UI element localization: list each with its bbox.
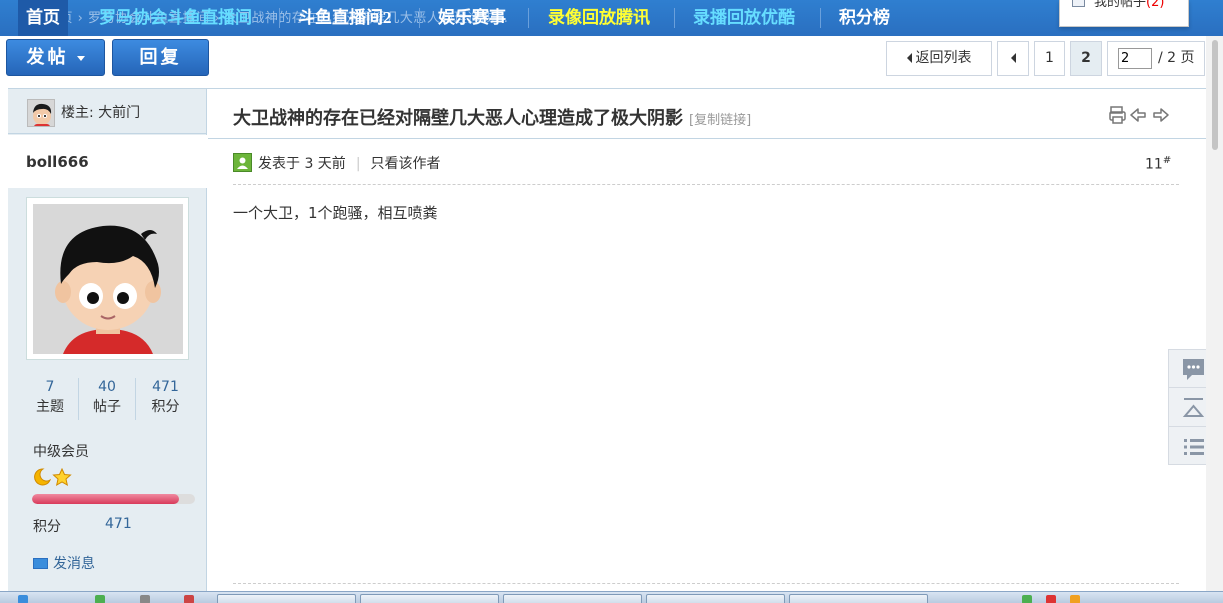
quicklaunch-icon[interactable] — [140, 595, 150, 603]
back-to-list-button[interactable]: 返回列表 — [886, 41, 992, 76]
send-message-link[interactable]: 发消息 — [33, 553, 95, 573]
stat-points-label: 积分 — [151, 399, 180, 415]
caret-left-icon — [906, 53, 912, 63]
nav-douyu-2[interactable]: 斗鱼直播间2 — [298, 0, 392, 36]
stat-points-value: 471 — [152, 379, 179, 395]
nav-home[interactable]: 首页 — [18, 0, 68, 36]
thread-owner-label: 楼主: 大前门 — [61, 105, 141, 121]
taskbar-window[interactable] — [646, 594, 785, 603]
page-2-current[interactable]: 2 — [1070, 41, 1102, 76]
post-floor-number[interactable]: 11# — [1145, 155, 1171, 173]
tray-icon[interactable] — [1070, 595, 1080, 603]
quicklaunch-icon[interactable] — [184, 595, 194, 603]
author-username[interactable]: boll666 — [26, 153, 89, 171]
floor-value: 11 — [1145, 156, 1163, 173]
nav-separator — [528, 8, 529, 28]
new-post-label: 发帖 — [26, 47, 69, 68]
new-post-button[interactable]: 发帖 — [6, 39, 105, 76]
tray-icon[interactable] — [1046, 595, 1056, 603]
taskbar-window[interactable] — [360, 594, 499, 603]
mail-icon — [33, 558, 48, 569]
avatar-icon — [28, 100, 54, 126]
post-meta: 发表于 3 天前 | 只看该作者 — [233, 153, 441, 173]
document-icon — [1072, 0, 1085, 7]
my-posts-count: (2) — [1146, 0, 1165, 10]
nav-replay-tencent[interactable]: 录像回放腾讯 — [548, 0, 650, 36]
reply-label: 回复 — [139, 47, 182, 68]
author-header: 楼主: 大前门 — [8, 89, 207, 134]
thread-title-text: 大卫战神的存在已经对隔壁几大恶人心理造成了极大阴影 — [233, 108, 683, 129]
stat-posts[interactable]: 40 帖子 — [79, 378, 136, 420]
floor-sup: # — [1162, 155, 1172, 166]
send-message-label: 发消息 — [53, 556, 95, 572]
stat-posts-label: 帖子 — [93, 399, 121, 415]
taskbar-window[interactable] — [503, 594, 642, 603]
rank-moon-star-icon — [33, 467, 75, 491]
mini-avatar[interactable] — [27, 99, 55, 127]
score-value[interactable]: 471 — [105, 516, 132, 532]
post-time: 发表于 3 天前 — [258, 156, 346, 172]
top-nav-bar: 首页 › 罗马协会斗鱼直播间 › 大卫战神的存在已经对隔壁几大恶人心理造成...… — [0, 0, 1223, 36]
stat-topics-value: 7 — [45, 379, 55, 395]
post-meta-divider — [233, 184, 1179, 185]
reply-button[interactable]: 回复 — [112, 39, 209, 76]
stat-posts-value: 40 — [98, 379, 116, 395]
post-bottom-divider — [233, 583, 1179, 584]
prev-thread-icon[interactable] — [1130, 108, 1146, 122]
only-author-link[interactable]: 只看该作者 — [371, 156, 441, 172]
nav-replay-youku[interactable]: 录播回放优酷 — [693, 0, 795, 36]
member-rank: 中级会员 — [33, 444, 89, 460]
copy-link[interactable]: [复制链接] — [689, 113, 751, 128]
stat-topics-label: 主题 — [36, 399, 64, 415]
stat-points[interactable]: 471 积分 — [137, 378, 194, 418]
post-content: 一个大卫，1个跑骚，相互喷粪 — [233, 204, 438, 222]
taskbar-window[interactable] — [217, 594, 356, 603]
thread-title: 大卫战神的存在已经对隔壁几大恶人心理造成了极大阴影 [复制链接] — [233, 104, 751, 130]
score-label: 积分 — [33, 519, 61, 535]
nav-luoma-douyu[interactable]: 罗马协会斗鱼直播间 — [99, 0, 252, 36]
scrollbar-thumb[interactable] — [1212, 40, 1218, 150]
my-posts-dropdown[interactable]: 我的帖子(2) — [1059, 0, 1189, 27]
next-thread-icon[interactable] — [1153, 108, 1169, 122]
rank-progress-fill — [32, 494, 179, 504]
forum-thread-page: 首页 › 罗马协会斗鱼直播间 › 大卫战神的存在已经对隔壁几大恶人心理造成...… — [0, 0, 1223, 603]
prev-page-button[interactable] — [997, 41, 1029, 76]
avatar[interactable] — [26, 197, 189, 360]
page-1-link[interactable]: 1 — [1034, 41, 1065, 76]
my-posts-label: 我的帖子 — [1094, 0, 1147, 10]
tray-icon[interactable] — [1022, 595, 1032, 603]
online-status-icon — [233, 153, 252, 172]
page-jump: / 2 页 — [1107, 41, 1205, 76]
nav-entertainment[interactable]: 娱乐赛事 — [438, 0, 506, 36]
nav-separator — [674, 8, 675, 28]
caret-left-icon — [1010, 53, 1016, 63]
chevron-down-icon — [76, 55, 85, 61]
nav-separator — [820, 8, 821, 28]
page-jump-input[interactable] — [1118, 48, 1152, 69]
thread-tools — [1109, 105, 1179, 125]
back-to-list-label: 返回列表 — [915, 50, 972, 66]
nav-separator — [419, 8, 420, 28]
os-taskbar — [0, 591, 1223, 603]
nav-separator — [279, 8, 280, 28]
nav-leaderboard[interactable]: 积分榜 — [839, 0, 890, 36]
taskbar-window[interactable] — [789, 594, 928, 603]
stat-topics[interactable]: 7 主题 — [22, 378, 79, 420]
author-sidebar: 楼主: 大前门 boll666 7 主题 40 帖子 471 积分 中级会员 积… — [8, 89, 207, 603]
page-total: / 2 页 — [1158, 50, 1195, 66]
rank-progress-bar — [32, 494, 195, 504]
start-icon[interactable] — [18, 595, 28, 603]
quicklaunch-icon[interactable] — [95, 595, 105, 603]
avatar-icon — [33, 204, 183, 354]
title-divider — [208, 138, 1206, 139]
meta-separator: | — [355, 156, 361, 172]
print-icon[interactable] — [1109, 106, 1126, 124]
author-stats: 7 主题 40 帖子 471 积分 — [22, 378, 194, 424]
